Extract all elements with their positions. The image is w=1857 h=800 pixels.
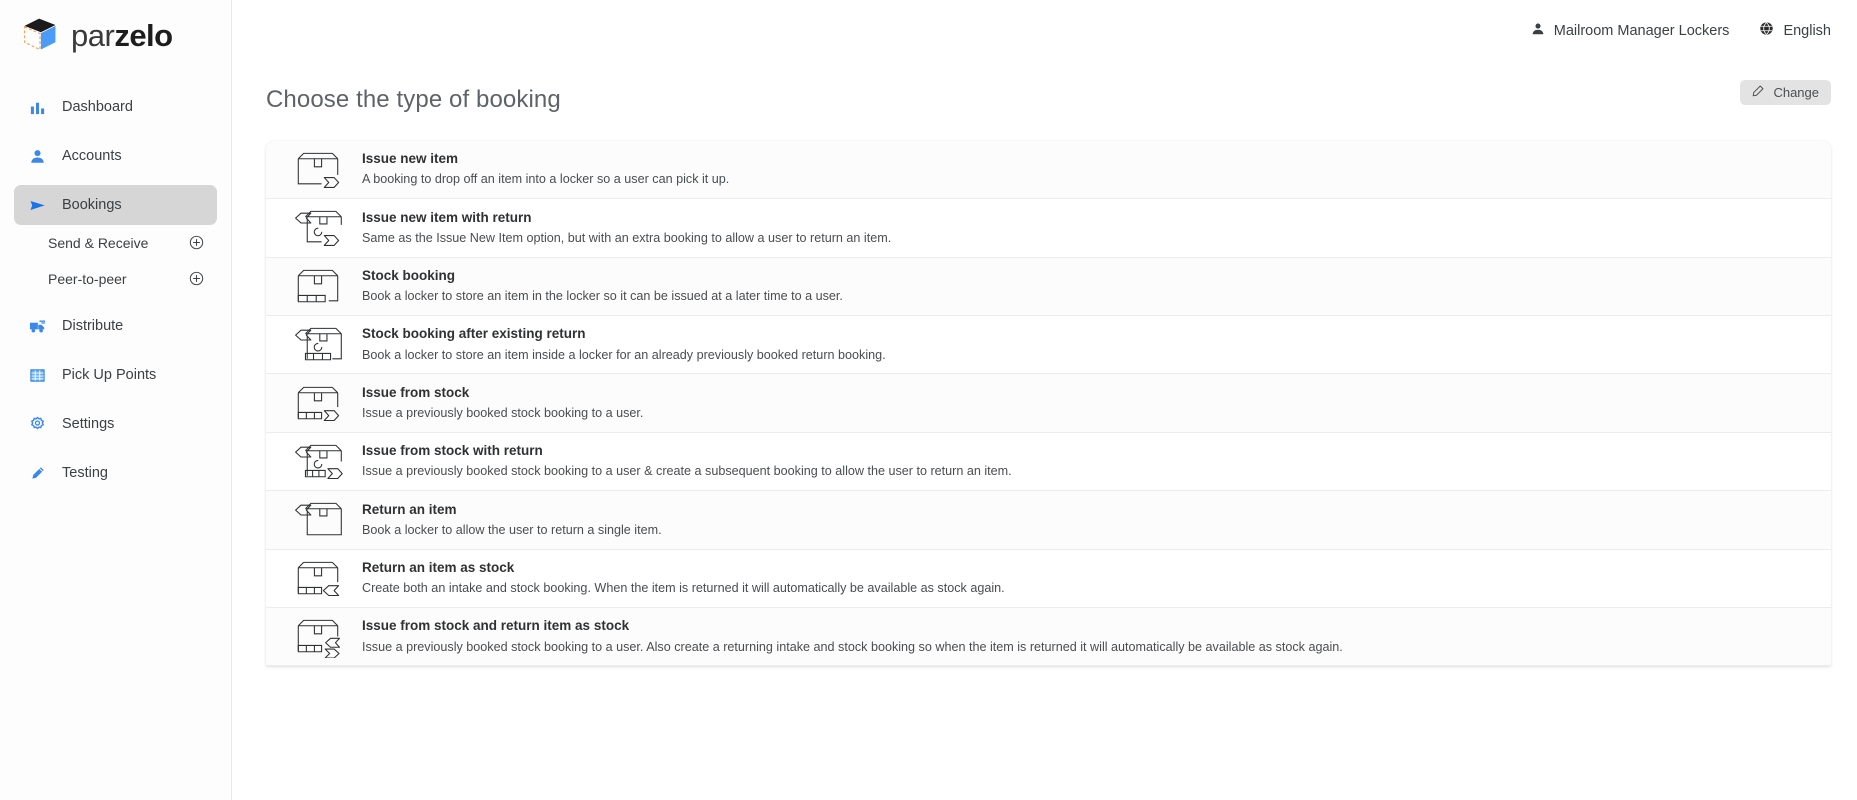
globe-icon xyxy=(1759,21,1774,41)
booking-type-row[interactable]: Issue from stock and return item as stoc… xyxy=(266,607,1831,667)
change-button[interactable]: Change xyxy=(1740,80,1831,105)
booking-type-text: Stock booking after existing return Book… xyxy=(356,325,886,363)
booking-type-title: Issue new item with return xyxy=(362,209,532,225)
box-in-icon xyxy=(280,498,356,541)
sidebar: parzelo Dashboard Accounts Bookings Send… xyxy=(0,0,232,800)
pencil-icon xyxy=(1752,85,1764,100)
booking-type-text: Issue from stock Issue a previously book… xyxy=(356,384,643,422)
booking-type-text: Return an item as stock Create both an i… xyxy=(356,559,1005,597)
box-in-return-stock-icon xyxy=(280,323,356,366)
booking-type-text: Stock booking Book a locker to store an … xyxy=(356,267,843,305)
user-account-menu[interactable]: Mailroom Manager Lockers xyxy=(1531,22,1730,41)
booking-type-list: Issue new item A booking to drop off an … xyxy=(266,140,1831,667)
booking-type-text: Issue from stock and return item as stoc… xyxy=(356,617,1343,655)
booking-type-title: Stock booking after existing return xyxy=(362,326,586,342)
sidebar-item-label: Pick Up Points xyxy=(62,367,157,383)
bar-chart-icon xyxy=(28,98,46,116)
booking-type-title: Return an item xyxy=(362,501,457,517)
gear-icon xyxy=(28,415,46,433)
sidebar-item-settings[interactable]: Settings xyxy=(14,404,217,444)
box-stock-icon xyxy=(280,265,356,308)
plus-circle-icon[interactable] xyxy=(189,235,205,251)
cube-logo-icon xyxy=(20,15,60,55)
box-in-return-out-icon xyxy=(280,206,356,249)
booking-type-desc: Issue a previously booked stock booking … xyxy=(362,639,1343,654)
brand-name: parzelo xyxy=(71,20,173,51)
booking-type-text: Return an item Book a locker to allow th… xyxy=(356,501,662,539)
person-icon xyxy=(28,147,46,165)
booking-type-row[interactable]: Issue from stock with return Issue a pre… xyxy=(266,432,1831,492)
sidebar-item-label: Bookings xyxy=(62,197,122,213)
booking-type-desc: Issue a previously booked stock booking … xyxy=(362,464,1012,479)
sidebar-item-testing[interactable]: Testing xyxy=(14,453,217,493)
sidebar-subitem-peer-to-peer[interactable]: Peer-to-peer xyxy=(14,261,217,297)
top-bar: Mailroom Manager Lockers English xyxy=(232,0,1857,62)
sidebar-item-bookings[interactable]: Bookings xyxy=(14,185,217,225)
sidebar-item-distribute[interactable]: Distribute xyxy=(14,306,217,346)
delivery-truck-icon xyxy=(28,317,46,335)
person-icon xyxy=(1531,22,1545,41)
booking-type-title: Issue from stock xyxy=(362,384,470,400)
booking-type-desc: Book a locker to store an item in the lo… xyxy=(362,289,843,304)
sidebar-item-label: Testing xyxy=(62,465,108,481)
booking-type-row[interactable]: Issue new item with return Same as the I… xyxy=(266,199,1831,258)
brand-name-bold: zelo xyxy=(114,17,173,53)
sidebar-item-label: Accounts xyxy=(62,148,122,164)
booking-type-desc: Book a locker to allow the user to retur… xyxy=(362,522,662,537)
booking-type-desc: Book a locker to store an item inside a … xyxy=(362,347,886,362)
sidebar-item-pick-up-points[interactable]: Pick Up Points xyxy=(14,355,217,395)
booking-type-desc: A booking to drop off an item into a loc… xyxy=(362,172,730,187)
page-header: Choose the type of booking Change xyxy=(232,62,1857,115)
grid-table-icon xyxy=(28,366,46,384)
booking-type-row[interactable]: Stock booking Book a locker to store an … xyxy=(266,257,1831,316)
booking-type-title: Return an item as stock xyxy=(362,559,515,575)
booking-type-row[interactable]: Issue new item A booking to drop off an … xyxy=(266,140,1831,200)
booking-type-row[interactable]: Return an item as stock Create both an i… xyxy=(266,549,1831,608)
user-account-label: Mailroom Manager Lockers xyxy=(1553,23,1730,39)
sidebar-subitem-label: Peer-to-peer xyxy=(48,271,127,287)
sidebar-item-accounts[interactable]: Accounts xyxy=(14,136,217,176)
booking-type-row[interactable]: Stock booking after existing return Book… xyxy=(266,315,1831,375)
box-stock-in-icon xyxy=(280,557,356,600)
booking-type-desc: Issue a previously booked stock booking … xyxy=(362,406,644,421)
sidebar-subitem-label: Send & Receive xyxy=(48,235,149,251)
send-arrow-icon xyxy=(28,196,46,214)
booking-type-row[interactable]: Issue from stock Issue a previously book… xyxy=(266,374,1831,433)
booking-type-title: Issue new item xyxy=(362,151,459,167)
booking-type-text: Issue new item with return Same as the I… xyxy=(356,209,891,247)
page-title: Choose the type of booking xyxy=(266,86,561,113)
booking-type-desc: Same as the Issue New Item option, but w… xyxy=(362,230,892,245)
booking-type-title: Issue from stock with return xyxy=(362,443,543,459)
change-button-label: Change xyxy=(1773,85,1819,100)
main-content: Mailroom Manager Lockers English Choose … xyxy=(232,0,1857,800)
sidebar-nav: Dashboard Accounts Bookings Send & Recei… xyxy=(0,70,231,493)
booking-type-text: Issue new item A booking to drop off an … xyxy=(356,150,729,188)
sidebar-subitem-send-receive[interactable]: Send & Receive xyxy=(14,225,217,261)
box-out-icon xyxy=(280,148,356,191)
sidebar-item-label: Settings xyxy=(62,416,115,432)
brand-name-light: par xyxy=(71,17,115,53)
box-stock-out-icon xyxy=(280,382,356,425)
brand-logo[interactable]: parzelo xyxy=(0,0,231,70)
app-root: parzelo Dashboard Accounts Bookings Send… xyxy=(0,0,1857,800)
sidebar-item-dashboard[interactable]: Dashboard xyxy=(14,87,217,127)
test-tube-icon xyxy=(28,464,46,482)
language-label: English xyxy=(1783,23,1831,39)
booking-type-desc: Create both an intake and stock booking.… xyxy=(362,581,1005,596)
box-stock-in-out-icon xyxy=(280,615,356,659)
box-in-return-stock-out-icon xyxy=(280,440,356,483)
sidebar-item-label: Distribute xyxy=(62,318,124,334)
booking-type-title: Stock booking xyxy=(362,268,456,284)
booking-type-row[interactable]: Return an item Book a locker to allow th… xyxy=(266,491,1831,550)
sidebar-item-label: Dashboard xyxy=(62,99,133,115)
plus-circle-icon[interactable] xyxy=(189,271,205,287)
booking-type-title: Issue from stock and return item as stoc… xyxy=(362,618,630,634)
booking-type-text: Issue from stock with return Issue a pre… xyxy=(356,442,1012,480)
language-selector[interactable]: English xyxy=(1759,21,1831,41)
